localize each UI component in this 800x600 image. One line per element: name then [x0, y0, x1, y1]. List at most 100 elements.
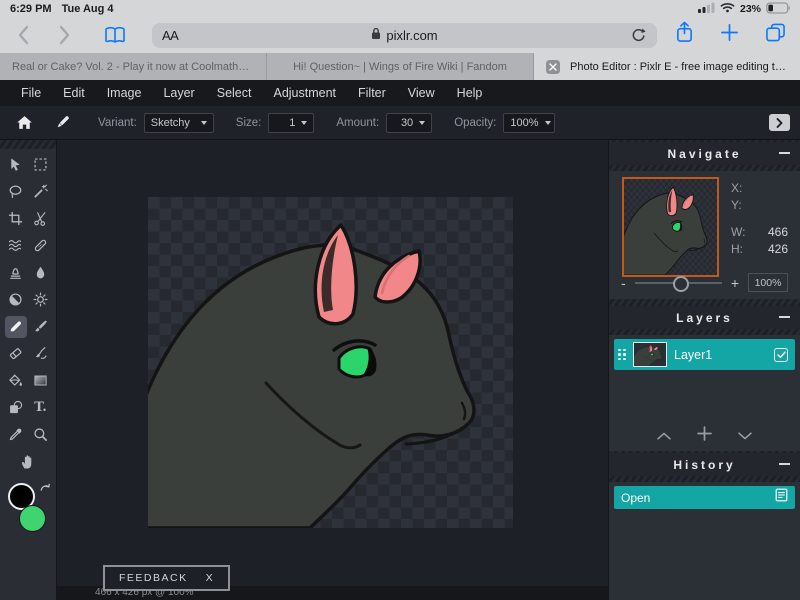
forward-button[interactable] [54, 25, 76, 45]
url-text: pixlr.com [386, 28, 437, 43]
text-tool[interactable]: T. [30, 397, 52, 419]
main-content: T. FEEDBACK X 466 x [0, 140, 800, 600]
size-select[interactable]: 1 [268, 113, 314, 133]
back-button[interactable] [12, 25, 34, 45]
tool-options-bar: Variant: Sketchy Size: 1 Amount: 30 Opac… [0, 106, 800, 140]
zoom-in-button[interactable]: + [731, 275, 739, 291]
variant-select[interactable]: Sketchy [144, 113, 214, 133]
liquify-tool[interactable] [5, 235, 27, 257]
tab-fandom[interactable]: Hi! Question~ | Wings of Fire Wiki | Fan… [267, 53, 534, 80]
reload-button[interactable] [630, 27, 647, 44]
collapse-minus-icon[interactable] [779, 463, 790, 465]
blur-drop-tool[interactable] [30, 262, 52, 284]
active-tool-pencil-icon[interactable] [48, 114, 76, 131]
lock-icon [371, 27, 381, 43]
collapse-minus-icon[interactable] [779, 152, 790, 154]
layer-visibility-checkbox[interactable] [774, 348, 788, 362]
zoom-percent-field[interactable]: 100% [748, 273, 788, 292]
opacity-select[interactable]: 100% [503, 113, 555, 133]
battery-icon [766, 2, 791, 17]
layer-thumbnail [633, 342, 667, 367]
right-panel: Navigate X: Y: W:466 H:426 - + [608, 140, 800, 600]
x-label: X: [731, 181, 742, 195]
magic-wand-tool[interactable] [30, 181, 52, 203]
sharpen-detail-tool[interactable] [30, 289, 52, 311]
navigate-panel-header: Navigate [609, 142, 800, 165]
menu-file[interactable]: File [10, 86, 52, 100]
color-swatches [0, 481, 57, 551]
tab-overview-icon[interactable] [765, 23, 786, 47]
clock-time: 6:29 PM [10, 3, 52, 15]
crop-tool[interactable] [5, 208, 27, 230]
pencil-draw-tool[interactable] [5, 316, 27, 338]
clone-stamp-tool[interactable] [5, 262, 27, 284]
width-value: 466 [768, 225, 788, 239]
amount-select[interactable]: 30 [386, 113, 432, 133]
tab-bar: Real or Cake? Vol. 2 - Play it now at Co… [0, 53, 800, 80]
menu-filter[interactable]: Filter [347, 86, 397, 100]
address-bar[interactable]: AA pixlr.com [152, 23, 657, 48]
menu-select[interactable]: Select [206, 86, 263, 100]
tab-close-icon[interactable] [546, 60, 560, 74]
add-layer-icon[interactable] [697, 426, 712, 446]
navigate-thumbnail[interactable] [622, 177, 719, 277]
tool-palette: T. [0, 140, 57, 600]
chevron-down-icon [545, 121, 551, 125]
new-tab-plus-icon[interactable] [720, 23, 739, 47]
history-entry-label: Open [621, 491, 775, 505]
marquee-select-tool[interactable] [30, 154, 52, 176]
cutout-scissors-tool[interactable] [30, 208, 52, 230]
zoom-slider-knob[interactable] [673, 276, 689, 292]
swap-colors-icon[interactable] [39, 482, 51, 494]
color-picker-tool[interactable] [5, 424, 27, 446]
layer-drag-handle-icon[interactable] [618, 349, 626, 361]
layer-name: Layer1 [674, 348, 767, 362]
shape-tool[interactable] [5, 397, 27, 419]
menu-edit[interactable]: Edit [52, 86, 96, 100]
feedback-close-button[interactable]: X [206, 572, 215, 584]
bookmarks-icon[interactable] [104, 26, 126, 44]
arrange-arrow-tool[interactable] [5, 154, 27, 176]
zoom-tool[interactable] [30, 424, 52, 446]
background-color-swatch[interactable] [19, 505, 46, 532]
history-entry-open[interactable]: Open [614, 486, 795, 509]
menu-view[interactable]: View [397, 86, 446, 100]
screen: 6:29 PM Tue Aug 4 23% AA pixlr.com [0, 0, 800, 600]
tab-pixlr[interactable]: Photo Editor : Pixlr E - free image edit… [534, 53, 800, 80]
share-icon[interactable] [675, 21, 694, 49]
menu-help[interactable]: Help [446, 86, 494, 100]
lasso-select-tool[interactable] [5, 181, 27, 203]
hand-pan-tool[interactable] [17, 451, 39, 473]
zoom-slider[interactable] [635, 282, 722, 284]
y-label: Y: [731, 198, 742, 212]
panel-toggle-button[interactable] [769, 114, 790, 131]
heal-bandage-tool[interactable] [30, 235, 52, 257]
gradient-tool[interactable] [30, 370, 52, 392]
eraser-tool[interactable] [5, 343, 27, 365]
layers-title: Layers [676, 311, 733, 325]
menu-image[interactable]: Image [96, 86, 153, 100]
dodge-burn-tool[interactable] [5, 289, 27, 311]
zoom-out-button[interactable]: - [621, 275, 626, 291]
menu-layer[interactable]: Layer [152, 86, 205, 100]
variant-label: Variant: [98, 117, 137, 129]
feedback-button[interactable]: FEEDBACK X [103, 565, 230, 591]
collapse-minus-icon[interactable] [779, 316, 790, 318]
tab-coolmath[interactable]: Real or Cake? Vol. 2 - Play it now at Co… [0, 53, 267, 80]
history-document-icon [775, 488, 788, 507]
layer-row-layer1[interactable]: Layer1 [614, 339, 795, 370]
brush-tool[interactable] [30, 316, 52, 338]
drawing-canvas[interactable] [148, 197, 513, 528]
move-layer-up-icon[interactable] [657, 427, 671, 445]
layers-panel-body: Layer1 [609, 335, 800, 451]
menu-adjustment[interactable]: Adjustment [262, 86, 347, 100]
move-layer-down-icon[interactable] [738, 427, 752, 445]
fill-bucket-tool[interactable] [5, 370, 27, 392]
smudge-tool[interactable] [30, 343, 52, 365]
layers-panel-header: Layers [609, 306, 800, 329]
reader-button[interactable]: AA [162, 28, 178, 43]
safari-toolbar: AA pixlr.com [0, 17, 800, 53]
home-button[interactable] [10, 115, 38, 130]
wifi-icon [720, 2, 735, 16]
history-title: History [673, 458, 735, 472]
